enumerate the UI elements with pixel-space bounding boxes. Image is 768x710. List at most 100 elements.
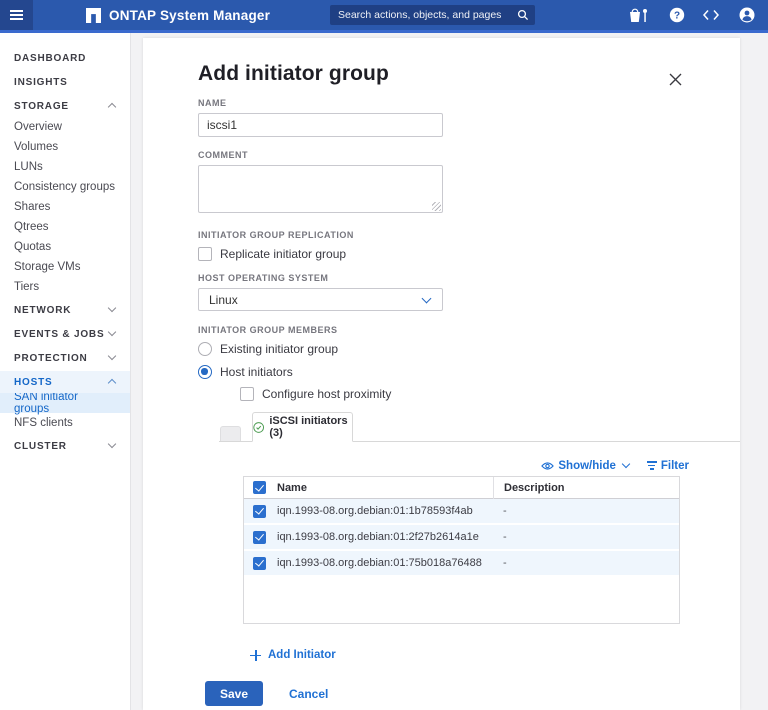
table-row[interactable]: iqn.1993-08.org.debian:01:75b018a76488 - [244, 551, 679, 577]
main-content: Add initiator group NAME COMMENT INITIAT… [131, 33, 768, 710]
dialog-title: Add initiator group [198, 62, 389, 85]
app-header: ONTAP System Manager ? [0, 0, 768, 30]
sidebar-item-volumes[interactable]: Volumes [0, 137, 130, 157]
name-input[interactable] [198, 113, 443, 137]
sidebar-item-protection[interactable]: PROTECTION [0, 347, 130, 369]
chevron-up-icon [107, 378, 117, 388]
sidebar-item-luns[interactable]: LUNs [0, 157, 130, 177]
app-title: ONTAP System Manager [109, 7, 271, 23]
column-header-description[interactable]: Description [493, 476, 679, 499]
select-all-checkbox[interactable] [253, 481, 266, 494]
check-circle-icon [253, 421, 265, 433]
gift-icon[interactable] [624, 0, 654, 30]
sidebar-item-dashboard[interactable]: DASHBOARD [0, 47, 130, 69]
sidebar-item-cluster[interactable]: CLUSTER [0, 435, 130, 457]
netapp-logo-icon [86, 7, 101, 23]
sidebar-item-quotas[interactable]: Quotas [0, 237, 130, 257]
initiator-name: iqn.1993-08.org.debian:01:1b78593f4ab [277, 505, 473, 517]
radio-unselected-icon[interactable] [198, 342, 212, 356]
close-icon[interactable] [666, 70, 684, 88]
cancel-button[interactable]: Cancel [289, 687, 328, 701]
filter-label: Filter [660, 459, 689, 472]
host-os-select[interactable]: Linux [198, 288, 443, 311]
filter-button[interactable]: Filter [646, 459, 689, 472]
chevron-up-icon [107, 102, 117, 112]
host-initiators-radio[interactable]: Host initiators [198, 363, 293, 381]
initiator-description: - [503, 531, 507, 543]
table-empty-area [244, 577, 679, 623]
user-account-icon[interactable] [732, 0, 762, 30]
sidebar-item-san-initiator-groups[interactable]: SAN initiator groups [0, 391, 130, 415]
sidebar-item-consistency-groups[interactable]: Consistency groups [0, 177, 130, 197]
sidebar-item-storage[interactable]: STORAGE [0, 95, 130, 117]
sidebar-item-qtrees[interactable]: Qtrees [0, 217, 130, 237]
sidebar-item-hosts[interactable]: HOSTS [0, 371, 130, 393]
tab-iscsi-initiators-label: iSCSI initiators (3) [269, 415, 348, 439]
sidebar-item-storage-vms[interactable]: Storage VMs [0, 257, 130, 277]
replicate-checkbox[interactable]: Replicate initiator group [198, 247, 346, 261]
sidebar-item-events-jobs[interactable]: EVENTS & JOBS [0, 323, 130, 345]
proximity-checkbox[interactable]: Configure host proximity [240, 387, 391, 401]
checkbox-unchecked-icon[interactable] [240, 387, 254, 401]
replication-label: INITIATOR GROUP REPLICATION [198, 230, 354, 240]
checkbox-unchecked-icon[interactable] [198, 247, 212, 261]
header-actions: ? [624, 0, 762, 30]
table-row[interactable]: iqn.1993-08.org.debian:01:1b78593f4ab - [244, 499, 679, 525]
filter-icon [646, 461, 657, 470]
chevron-down-icon [107, 303, 117, 313]
eye-icon [541, 461, 555, 470]
proximity-checkbox-label: Configure host proximity [262, 387, 392, 401]
initiator-description: - [503, 505, 507, 517]
sidebar-item-insights[interactable]: INSIGHTS [0, 71, 130, 93]
host-initiators-radio-label: Host initiators [220, 365, 293, 379]
table-header-row: Name Description [244, 476, 679, 499]
hamburger-menu-icon[interactable] [0, 0, 33, 30]
row-checkbox[interactable] [253, 556, 266, 570]
sidebar-item-overview[interactable]: Overview [0, 117, 130, 137]
existing-group-radio[interactable]: Existing initiator group [198, 340, 338, 358]
initiators-table-zone: Show/hide Filter Name Description iqn.19 [243, 458, 689, 624]
initiator-name: iqn.1993-08.org.debian:01:75b018a76488 [277, 557, 482, 569]
initiator-description: - [503, 557, 507, 569]
initiator-name: iqn.1993-08.org.debian:01:2f27b2614a1e [277, 531, 479, 543]
comment-label: COMMENT [198, 150, 248, 160]
search-icon[interactable] [517, 9, 529, 21]
existing-group-radio-label: Existing initiator group [220, 342, 339, 356]
tab-iscsi-initiators[interactable]: iSCSI initiators (3) [252, 412, 353, 442]
plus-icon [250, 649, 261, 661]
sidebar-item-shares[interactable]: Shares [0, 197, 130, 217]
initiators-table: Name Description iqn.1993-08.org.debian:… [243, 476, 680, 624]
header-accent-line [0, 30, 768, 33]
show-hide-columns-button[interactable]: Show/hide [541, 459, 631, 472]
sidebar: DASHBOARD INSIGHTS STORAGE Overview Volu… [0, 33, 131, 710]
name-label: NAME [198, 98, 227, 108]
search-input[interactable] [330, 9, 517, 21]
save-button[interactable]: Save [205, 681, 263, 706]
table-row[interactable]: iqn.1993-08.org.debian:01:2f27b2614a1e - [244, 525, 679, 551]
global-search[interactable] [330, 5, 535, 25]
add-initiator-group-dialog: Add initiator group NAME COMMENT INITIAT… [143, 38, 740, 710]
initiators-tabstrip: iSCSI initiators (3) [219, 412, 740, 442]
row-checkbox[interactable] [253, 504, 266, 518]
host-os-label: HOST OPERATING SYSTEM [198, 273, 329, 283]
code-brackets-icon[interactable] [696, 0, 726, 30]
column-header-name[interactable]: Name [275, 482, 493, 494]
resize-handle-icon[interactable] [432, 202, 441, 211]
add-initiator-label: Add Initiator [268, 649, 336, 661]
sidebar-item-network[interactable]: NETWORK [0, 299, 130, 321]
members-label: INITIATOR GROUP MEMBERS [198, 325, 338, 335]
row-checkbox[interactable] [253, 530, 266, 544]
help-icon[interactable]: ? [662, 0, 692, 30]
dialog-footer: Save Cancel [205, 681, 716, 706]
chevron-down-icon [421, 293, 432, 304]
add-initiator-button[interactable]: Add Initiator [250, 649, 336, 661]
radio-selected-icon[interactable] [198, 365, 212, 379]
tab-stub [220, 426, 241, 441]
chevron-down-icon [107, 351, 117, 361]
brand: ONTAP System Manager [86, 7, 271, 23]
comment-textarea[interactable] [198, 165, 443, 213]
svg-text:?: ? [674, 11, 680, 22]
sidebar-item-nfs-clients[interactable]: NFS clients [0, 413, 130, 433]
show-hide-label: Show/hide [558, 459, 616, 472]
sidebar-item-tiers[interactable]: Tiers [0, 277, 130, 297]
